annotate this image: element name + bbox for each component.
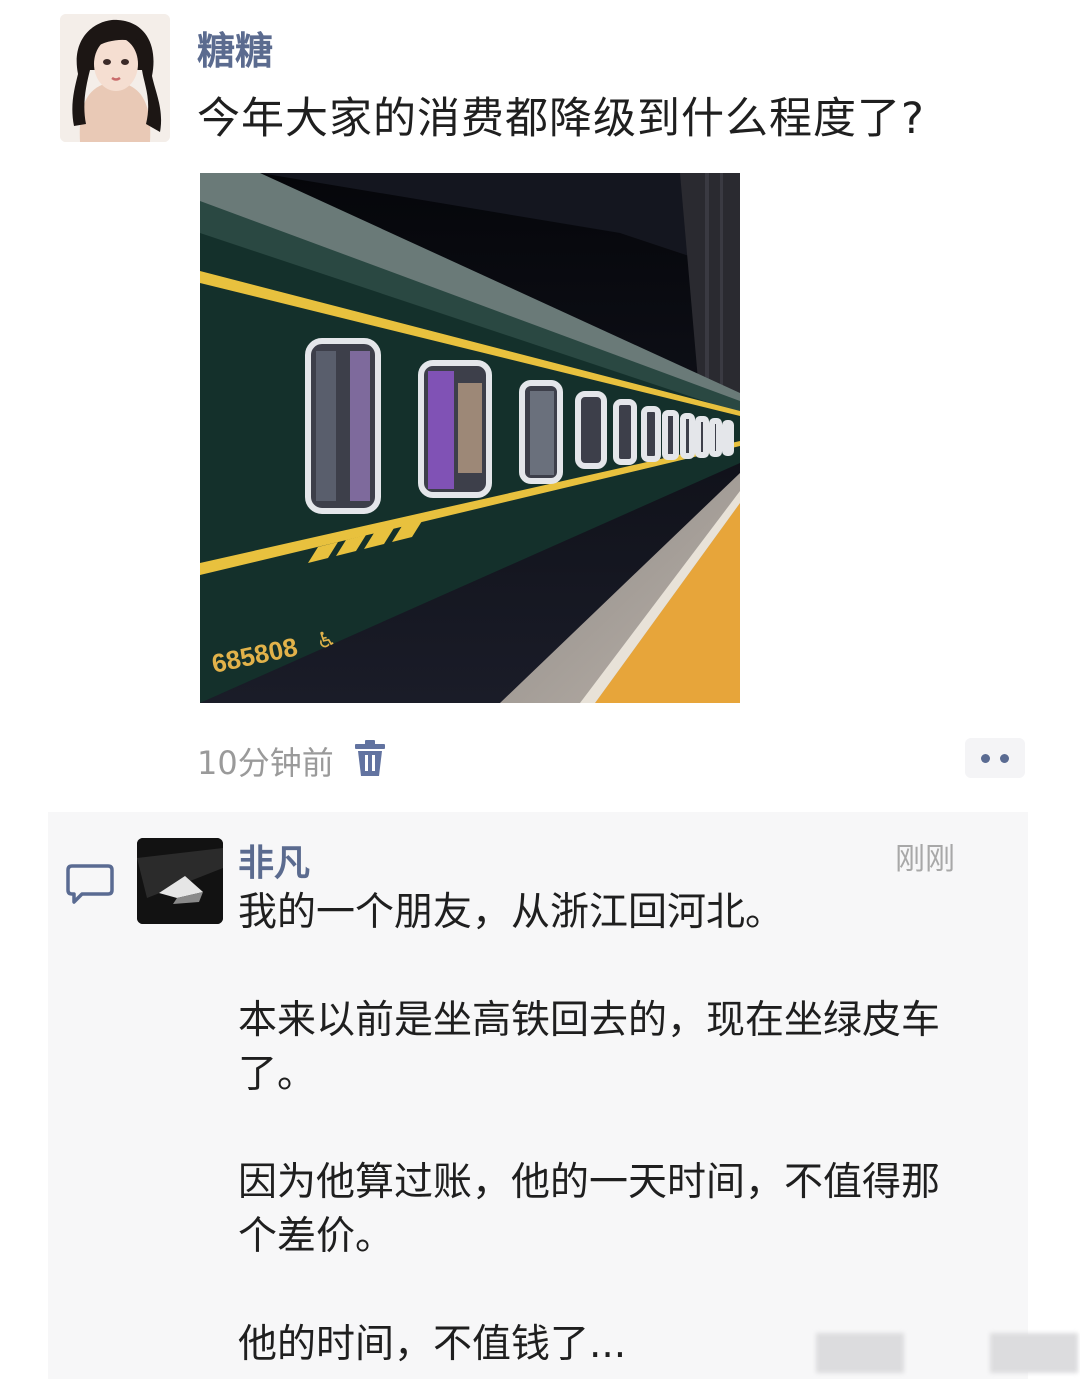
comment-paragraph: 本来以前是坐高铁回去的，现在坐绿皮车了。 xyxy=(238,998,941,1097)
author-avatar[interactable] xyxy=(60,14,170,142)
post-text: 今年大家的消费都降级到什么程度了? xyxy=(197,94,925,144)
comment-bubble-icon[interactable] xyxy=(66,862,114,906)
commenter-name[interactable]: 非凡 xyxy=(238,834,310,886)
more-dot xyxy=(1000,753,1009,763)
comment-paragraph: 因为他算过账，他的一天时间，不值得那个差价。 xyxy=(238,1160,941,1259)
comment-paragraph: 我的一个朋友，从浙江回河北。 xyxy=(238,890,785,935)
trash-icon[interactable] xyxy=(353,738,387,778)
comment-text: 我的一个朋友，从浙江回河北。 本来以前是坐高铁回去的，现在坐绿皮车了。 因为他算… xyxy=(238,886,958,1372)
more-icon[interactable] xyxy=(965,738,1025,778)
post-timestamp: 10分钟前 xyxy=(197,744,334,782)
comment-timestamp: 刚刚 xyxy=(895,842,955,877)
author-name[interactable]: 糖糖 xyxy=(197,20,273,75)
more-dot xyxy=(981,753,990,763)
post-photo[interactable]: 685808 ♿ xyxy=(200,173,740,703)
commenter-avatar[interactable] xyxy=(137,838,223,924)
blurred-watermark xyxy=(816,1333,904,1373)
blurred-watermark xyxy=(990,1333,1078,1373)
